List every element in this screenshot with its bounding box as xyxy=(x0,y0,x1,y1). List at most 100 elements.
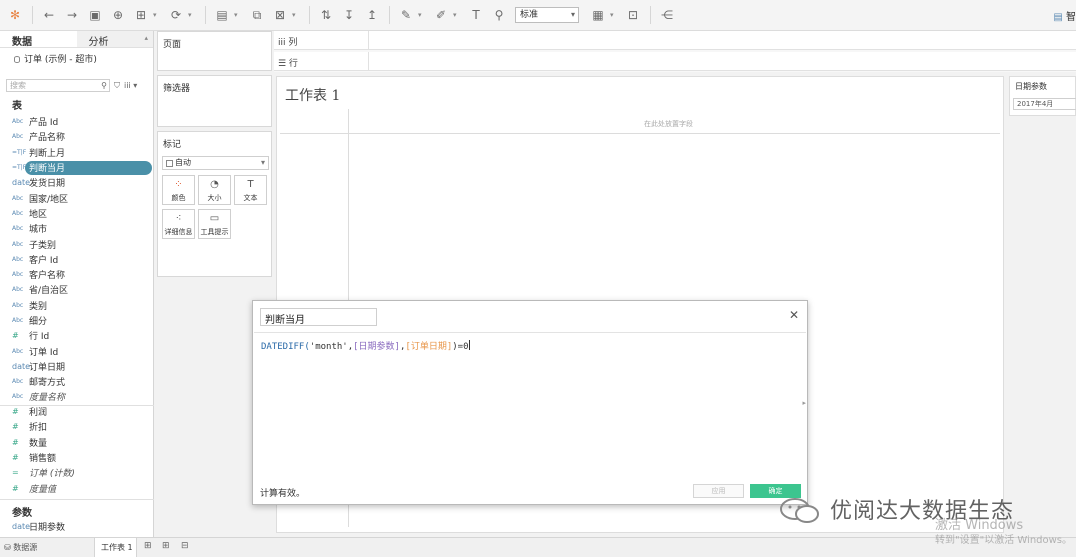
columns-shelf[interactable]: iii 列 xyxy=(274,31,1076,50)
field-item[interactable]: # 度量值 xyxy=(0,480,154,495)
tab-data[interactable]: 数据 xyxy=(0,31,77,48)
clear-sheet-icon[interactable]: ⊠ xyxy=(269,4,291,26)
field-type-icon: =T|F xyxy=(12,164,27,172)
field-type-icon: = xyxy=(12,468,19,478)
highlight-icon[interactable]: ✎ xyxy=(395,4,417,26)
refresh-icon[interactable]: ⟳ xyxy=(165,4,187,26)
field-item[interactable]: date 订单日期 xyxy=(0,359,154,374)
fix-axes-icon[interactable]: ⚲ xyxy=(488,4,510,26)
field-item[interactable]: Abc 度量名称 xyxy=(0,389,154,404)
field-item[interactable]: Abc 国家/地区 xyxy=(0,190,154,205)
field-item[interactable]: = 订单 (计数) xyxy=(0,465,154,480)
filters-card[interactable]: 筛选器 xyxy=(157,75,272,127)
tableau-logo-icon[interactable]: ✻ xyxy=(4,4,26,26)
pane-divider xyxy=(0,499,154,500)
size-mark-button[interactable]: ◔ 大小 xyxy=(198,175,231,205)
share-icon[interactable]: ⋲ xyxy=(656,4,678,26)
expand-arrow-icon[interactable]: ▸ xyxy=(802,399,806,407)
chevron-down-icon[interactable]: ▾ xyxy=(153,11,161,19)
new-worksheet-icon[interactable]: ⊞ xyxy=(144,541,152,551)
rows-drop-zone[interactable] xyxy=(368,52,1076,71)
new-dashboard-icon[interactable]: ⊞ xyxy=(162,541,170,551)
columns-drop-zone[interactable] xyxy=(368,31,1076,50)
chevron-down-icon[interactable]: ▾ xyxy=(292,11,300,19)
detail-mark-button[interactable]: ⁖ 详细信息 xyxy=(162,209,195,239)
field-item[interactable]: # 利润 xyxy=(0,404,154,419)
field-label: 产品名称 xyxy=(29,133,66,144)
rows-shelf[interactable]: ☰ 行 xyxy=(274,52,1076,71)
filters-label: 筛选器 xyxy=(163,84,191,94)
datasource-item[interactable]: 订单 (示例 - 超市) xyxy=(0,48,153,67)
view-options-icon[interactable]: iii ▾ xyxy=(124,81,137,90)
field-item[interactable]: Abc 类别 xyxy=(0,298,154,313)
field-label: 类别 xyxy=(29,301,48,312)
field-item[interactable]: Abc 订单 Id xyxy=(0,343,154,358)
chevron-down-icon[interactable]: ▾ xyxy=(453,11,461,19)
sort-descending-icon[interactable]: ↥ xyxy=(361,4,383,26)
tooltip-mark-button[interactable]: ▭ 工具提示 xyxy=(198,209,231,239)
field-item[interactable]: date 发货日期 xyxy=(0,175,154,190)
chevron-down-icon[interactable]: ▾ xyxy=(610,11,618,19)
field-item[interactable]: # 数量 xyxy=(0,435,154,450)
chevron-down-icon[interactable]: ▾ xyxy=(418,11,426,19)
field-item[interactable]: date 日期参数 xyxy=(0,519,154,534)
field-item[interactable]: Abc 细分 xyxy=(0,313,154,328)
ok-button[interactable]: 确定 xyxy=(750,484,801,498)
save-icon[interactable]: ▣ xyxy=(84,4,106,26)
field-type-icon: Abc xyxy=(12,118,24,126)
redo-icon[interactable]: → xyxy=(61,4,83,26)
show-cards-icon[interactable]: ▦ xyxy=(587,4,609,26)
worksheet-title[interactable]: 工作表 1 xyxy=(285,85,340,105)
new-datasource-icon[interactable]: ⊕ xyxy=(107,4,129,26)
search-icon[interactable]: ⚲ xyxy=(101,80,107,91)
field-item[interactable]: # 销售额 xyxy=(0,450,154,465)
field-type-icon: Abc xyxy=(12,225,24,233)
group-icon[interactable]: ✐ xyxy=(430,4,452,26)
chevron-down-icon[interactable]: ▾ xyxy=(188,11,196,19)
calculation-name-input[interactable]: 判断当月 xyxy=(260,308,377,326)
pages-card[interactable]: 页面 xyxy=(157,31,272,71)
presentation-mode-icon[interactable]: ⊡ xyxy=(622,4,644,26)
text-mark-button[interactable]: T 文本 xyxy=(234,175,267,205)
sheet-tab[interactable]: 工作表 1 xyxy=(94,538,137,557)
field-item[interactable]: =T|F 判断当月 xyxy=(0,160,154,175)
tab-analysis[interactable]: 分析 xyxy=(76,31,153,48)
sort-ascending-icon[interactable]: ↧ xyxy=(338,4,360,26)
grid-line xyxy=(280,133,1000,134)
field-item[interactable]: Abc 城市 xyxy=(0,221,154,236)
new-story-icon[interactable]: ⊟ xyxy=(181,541,189,551)
color-mark-button[interactable]: ⁘ 颜色 xyxy=(162,175,195,205)
field-item[interactable]: Abc 产品名称 xyxy=(0,129,154,144)
apply-button[interactable]: 应用 xyxy=(693,484,744,498)
show-me-button[interactable]: ▤ 智 xyxy=(1053,8,1076,23)
field-item[interactable]: # 折扣 xyxy=(0,419,154,434)
datasource-tab[interactable]: ⛁ 数据源 xyxy=(4,542,37,553)
filter-icon[interactable]: ⛉ xyxy=(114,81,120,91)
search-placeholder: 搜索 xyxy=(10,81,26,90)
chevron-down-icon[interactable]: ▾ xyxy=(234,11,242,19)
new-worksheet-icon[interactable]: ▤ xyxy=(211,4,233,26)
detail-icon: ⁖ xyxy=(175,213,182,224)
labels-icon[interactable]: T xyxy=(465,4,487,26)
view-size-select[interactable]: 标准 xyxy=(515,7,579,23)
field-item[interactable]: Abc 客户 Id xyxy=(0,252,154,267)
field-item[interactable]: Abc 子类别 xyxy=(0,236,154,251)
field-item[interactable]: Abc 产品 Id xyxy=(0,114,154,129)
marks-type-select[interactable]: 自动 xyxy=(162,156,269,170)
close-icon[interactable]: ✕ xyxy=(789,308,799,322)
swap-icon[interactable]: ⇅ xyxy=(315,4,337,26)
field-item[interactable]: # 行 Id xyxy=(0,328,154,343)
field-item[interactable]: Abc 地区 xyxy=(0,206,154,221)
field-item[interactable]: Abc 客户名称 xyxy=(0,267,154,282)
field-item[interactable]: =T|F 判断上月 xyxy=(0,145,154,160)
field-item[interactable]: Abc 省/自治区 xyxy=(0,282,154,297)
field-label: 判断当月 xyxy=(29,164,66,175)
pause-updates-icon[interactable]: ⊞ xyxy=(130,4,152,26)
duplicate-icon[interactable]: ⧉ xyxy=(246,4,268,26)
search-input[interactable]: 搜索 ⚲ xyxy=(6,79,110,92)
parameter-value-input[interactable]: 2017年4月 xyxy=(1013,98,1076,110)
undo-icon[interactable]: ← xyxy=(38,4,60,26)
field-item[interactable]: Abc 邮寄方式 xyxy=(0,374,154,389)
formula-editor[interactable]: DATEDIFF('month',[日期参数],[订单日期])=0 xyxy=(261,339,470,352)
field-type-icon: Abc xyxy=(12,378,24,386)
